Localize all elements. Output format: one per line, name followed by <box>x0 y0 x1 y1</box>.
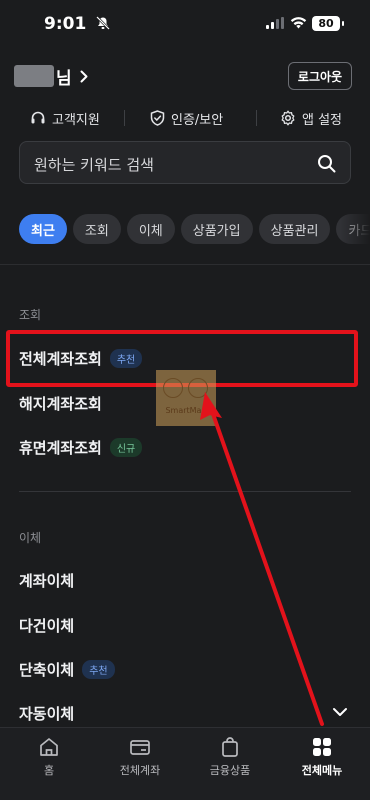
chip-product-manage[interactable]: 상품관리 <box>258 214 331 244</box>
menu-item-auto-transfer[interactable]: 자동이체 <box>19 700 74 726</box>
app-settings-link[interactable]: 앱 설정 <box>280 106 342 130</box>
wifi-icon <box>290 17 307 29</box>
watermark: SmartMan <box>156 370 216 426</box>
battery-indicator: 80 <box>312 16 344 31</box>
customer-support-link[interactable]: 고객지원 <box>30 106 100 130</box>
bottom-tab-bar: 홈 전체계좌 금융상품 전체메뉴 <box>0 727 370 800</box>
bell-muted-icon <box>96 16 110 30</box>
section-title-inquiry: 조회 <box>19 308 42 322</box>
divider <box>19 491 351 492</box>
tab-label: 전체계좌 <box>119 764 161 777</box>
user-name-suffix: 님 <box>56 68 72 89</box>
chip-transfer[interactable]: 이체 <box>126 214 175 244</box>
user-profile-link[interactable]: 님 <box>14 63 88 89</box>
new-badge: 신규 <box>109 437 143 457</box>
quick-link-label: 앱 설정 <box>302 112 343 128</box>
menu-item-label: 단축이체 <box>19 660 75 679</box>
tab-label: 홈 <box>43 764 55 777</box>
tab-label: 전체메뉴 <box>301 764 343 777</box>
tab-all-menu[interactable]: 전체메뉴 <box>282 736 362 778</box>
chevron-down-icon[interactable] <box>332 706 348 718</box>
menu-item-closed-accounts[interactable]: 해지계좌조회 <box>19 390 102 416</box>
auth-security-link[interactable]: 인증/보안 <box>150 106 223 130</box>
shield-icon <box>150 110 165 126</box>
tab-all-accounts[interactable]: 전체계좌 <box>100 736 180 778</box>
signal-icon <box>266 17 284 29</box>
status-time: 9:01 <box>44 14 87 34</box>
account-card-icon <box>130 740 150 755</box>
menu-item-account-transfer[interactable]: 계좌이체 <box>19 567 74 593</box>
watermark-circle <box>163 378 183 398</box>
user-name-redacted <box>14 65 54 87</box>
menu-item-label: 다건이체 <box>19 616 75 635</box>
separator <box>124 110 125 126</box>
gear-icon <box>281 110 295 126</box>
logout-button[interactable]: 로그아웃 <box>288 62 352 90</box>
grid-menu-icon <box>313 738 331 756</box>
separator <box>256 110 257 126</box>
watermark-text: SmartMan <box>165 406 207 415</box>
chip-product-signup[interactable]: 상품가입 <box>180 214 253 244</box>
search-icon[interactable] <box>317 154 336 173</box>
chevron-right-icon <box>80 70 88 82</box>
chips-fade <box>340 214 370 244</box>
quick-links: 고객지원 인증/보안 앱 설정 <box>0 106 370 130</box>
menu-item-label: 자동이체 <box>19 704 75 723</box>
menu-item-quick-transfer[interactable]: 단축이체 추천 <box>19 656 115 682</box>
menu-item-dormant-accounts[interactable]: 휴면계좌조회 신규 <box>19 434 143 460</box>
menu-item-label: 계좌이체 <box>19 571 75 590</box>
chip-inquiry[interactable]: 조회 <box>72 214 121 244</box>
chip-recent[interactable]: 최근 <box>19 214 67 244</box>
home-icon <box>40 738 58 756</box>
quick-link-label: 고객지원 <box>52 112 100 128</box>
tab-home[interactable]: 홈 <box>9 736 89 778</box>
divider <box>0 264 370 265</box>
shopping-bag-icon <box>222 737 238 757</box>
menu-item-label: 해지계좌조회 <box>19 394 102 413</box>
search-input[interactable]: 원하는 키워드 검색 <box>19 141 351 184</box>
quick-link-label: 인증/보안 <box>171 112 224 128</box>
tab-label: 금융상품 <box>209 764 251 777</box>
headset-icon <box>31 111 45 124</box>
section-title-transfer: 이체 <box>19 531 42 545</box>
search-placeholder: 원하는 키워드 검색 <box>34 156 154 174</box>
recommend-badge: 추천 <box>82 659 115 679</box>
menu-item-label: 휴면계좌조회 <box>19 438 102 457</box>
tab-financial-products[interactable]: 금융상품 <box>190 736 270 778</box>
menu-item-multi-transfer[interactable]: 다건이체 <box>19 612 74 638</box>
watermark-circle <box>188 378 208 398</box>
category-chips: 최근조회이체상품가입상품관리카드 <box>19 214 370 244</box>
status-bar: 9:01 80 <box>0 0 370 46</box>
